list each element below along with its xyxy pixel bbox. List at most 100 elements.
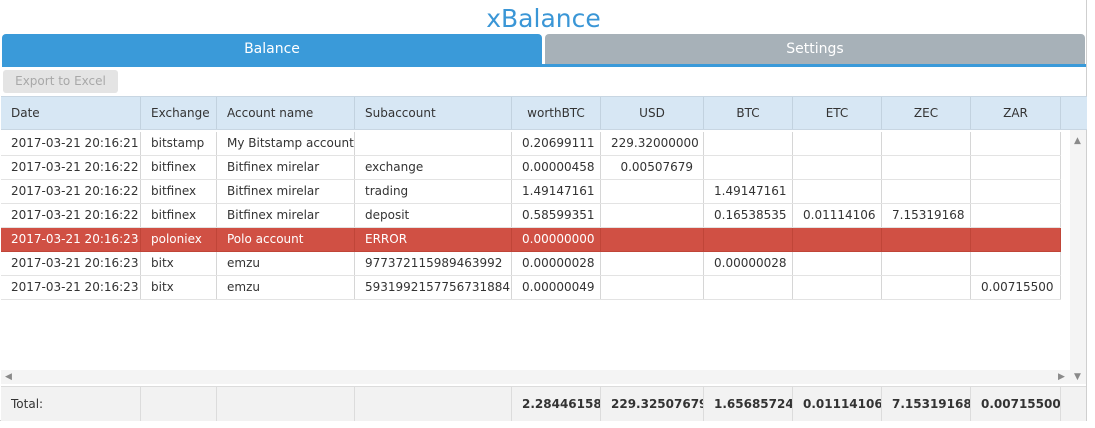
cell-btc <box>704 156 793 179</box>
total-zec: 7.15319168 <box>882 387 971 421</box>
cell-zec <box>882 132 971 155</box>
cell-account-name: Bitfinex mirelar <box>217 204 355 227</box>
table-row[interactable]: 2017-03-21 20:16:22 bitfinex Bitfinex mi… <box>1 156 1061 180</box>
export-to-excel-button[interactable]: Export to Excel <box>3 70 118 93</box>
cell-subaccount: deposit <box>355 204 512 227</box>
cell-exchange: bitx <box>141 276 217 299</box>
cell-date: 2017-03-21 20:16:22 <box>1 204 141 227</box>
cell-worthbtc: 0.00000028 <box>512 252 601 275</box>
column-header-etc[interactable]: ETC <box>793 97 882 129</box>
cell-btc <box>704 132 793 155</box>
cell-zec <box>882 228 971 251</box>
table-row[interactable]: 2017-03-21 20:16:22 bitfinex Bitfinex mi… <box>1 180 1061 204</box>
cell-worthbtc: 0.00000000 <box>512 228 601 251</box>
cell-etc <box>793 156 882 179</box>
column-header-zar[interactable]: ZAR <box>971 97 1061 129</box>
cell-date: 2017-03-21 20:16:23 <box>1 252 141 275</box>
tab-settings[interactable]: Settings <box>545 34 1085 65</box>
column-header-subaccount[interactable]: Subaccount <box>355 97 512 129</box>
cell-usd <box>601 228 704 251</box>
cell-zar <box>971 204 1061 227</box>
cell-subaccount: ERROR <box>355 228 512 251</box>
cell-subaccount <box>355 132 512 155</box>
cell-zec: 7.15319168 <box>882 204 971 227</box>
cell-zar <box>971 156 1061 179</box>
column-header-account-name[interactable]: Account name <box>217 97 355 129</box>
totals-empty <box>217 387 355 421</box>
cell-zar <box>971 132 1061 155</box>
cell-btc: 0.16538535 <box>704 204 793 227</box>
cell-worthbtc: 0.20699111 <box>512 132 601 155</box>
cell-btc <box>704 228 793 251</box>
cell-subaccount: 5931992157756731884 <box>355 276 512 299</box>
cell-date: 2017-03-21 20:16:22 <box>1 156 141 179</box>
cell-etc <box>793 132 882 155</box>
cell-worthbtc: 0.00000049 <box>512 276 601 299</box>
cell-zar: 0.00715500 <box>971 276 1061 299</box>
cell-btc <box>704 276 793 299</box>
cell-zar <box>971 228 1061 251</box>
cell-date: 2017-03-21 20:16:21 <box>1 132 141 155</box>
cell-etc <box>793 252 882 275</box>
horizontal-scrollbar[interactable]: ◀ ▶ <box>1 370 1070 384</box>
cell-subaccount: exchange <box>355 156 512 179</box>
cell-exchange: bitx <box>141 252 217 275</box>
cell-zar <box>971 252 1061 275</box>
cell-account-name: Bitfinex mirelar <box>217 180 355 203</box>
cell-etc <box>793 276 882 299</box>
cell-etc <box>793 180 882 203</box>
cell-date: 2017-03-21 20:16:23 <box>1 276 141 299</box>
table-header: Date Exchange Account name Subaccount wo… <box>1 96 1087 130</box>
cell-account-name: My Bitstamp account <box>217 132 355 155</box>
column-header-worthbtc[interactable]: worthBTC <box>512 97 601 129</box>
cell-exchange: bitfinex <box>141 204 217 227</box>
cell-subaccount: 977372115989463992 <box>355 252 512 275</box>
totals-empty <box>141 387 217 421</box>
scroll-down-arrow-icon[interactable]: ▼ <box>1074 372 1081 382</box>
cell-usd <box>601 252 704 275</box>
column-header-zec[interactable]: ZEC <box>882 97 971 129</box>
table-row-error[interactable]: 2017-03-21 20:16:23 poloniex Polo accoun… <box>1 228 1061 252</box>
cell-etc: 0.01114106 <box>793 204 882 227</box>
app-title: xBalance <box>486 4 601 33</box>
cell-worthbtc: 0.58599351 <box>512 204 601 227</box>
total-zar: 0.00715500 <box>971 387 1061 421</box>
cell-zec <box>882 276 971 299</box>
cell-zar <box>971 180 1061 203</box>
column-header-btc[interactable]: BTC <box>704 97 793 129</box>
scrollbar-corner: ▼ <box>1070 370 1086 384</box>
cell-account-name: emzu <box>217 252 355 275</box>
total-worthbtc: 2.28446158 <box>512 387 601 421</box>
cell-account-name: Bitfinex mirelar <box>217 156 355 179</box>
cell-zec <box>882 180 971 203</box>
cell-btc: 1.49147161 <box>704 180 793 203</box>
total-usd: 229.32507679 <box>601 387 704 421</box>
cell-usd <box>601 276 704 299</box>
cell-account-name: emzu <box>217 276 355 299</box>
total-btc: 1.65685724 <box>704 387 793 421</box>
vertical-scrollbar[interactable]: ▲ <box>1070 130 1086 370</box>
tab-balance[interactable]: Balance <box>2 34 542 65</box>
column-header-exchange[interactable]: Exchange <box>141 97 217 129</box>
cell-usd <box>601 180 704 203</box>
table-row[interactable]: 2017-03-21 20:16:23 bitx emzu 5931992157… <box>1 276 1061 300</box>
total-etc: 0.01114106 <box>793 387 882 421</box>
table-row[interactable]: 2017-03-21 20:16:21 bitstamp My Bitstamp… <box>1 132 1061 156</box>
cell-usd: 0.00507679 <box>601 156 704 179</box>
cell-date: 2017-03-21 20:16:22 <box>1 180 141 203</box>
cell-subaccount: trading <box>355 180 512 203</box>
cell-date: 2017-03-21 20:16:23 <box>1 228 141 251</box>
scroll-right-arrow-icon[interactable]: ▶ <box>1058 372 1065 382</box>
column-header-usd[interactable]: USD <box>601 97 704 129</box>
column-header-date[interactable]: Date <box>1 97 141 129</box>
cell-etc <box>793 228 882 251</box>
cell-btc: 0.00000028 <box>704 252 793 275</box>
tab-underline <box>2 64 1086 67</box>
table-row[interactable]: 2017-03-21 20:16:23 bitx emzu 9773721159… <box>1 252 1061 276</box>
scroll-up-arrow-icon[interactable]: ▲ <box>1074 136 1081 146</box>
totals-empty <box>355 387 512 421</box>
scroll-left-arrow-icon[interactable]: ◀ <box>5 372 12 382</box>
cell-usd: 229.32000000 <box>601 132 704 155</box>
table-row[interactable]: 2017-03-21 20:16:22 bitfinex Bitfinex mi… <box>1 204 1061 228</box>
cell-zec <box>882 156 971 179</box>
